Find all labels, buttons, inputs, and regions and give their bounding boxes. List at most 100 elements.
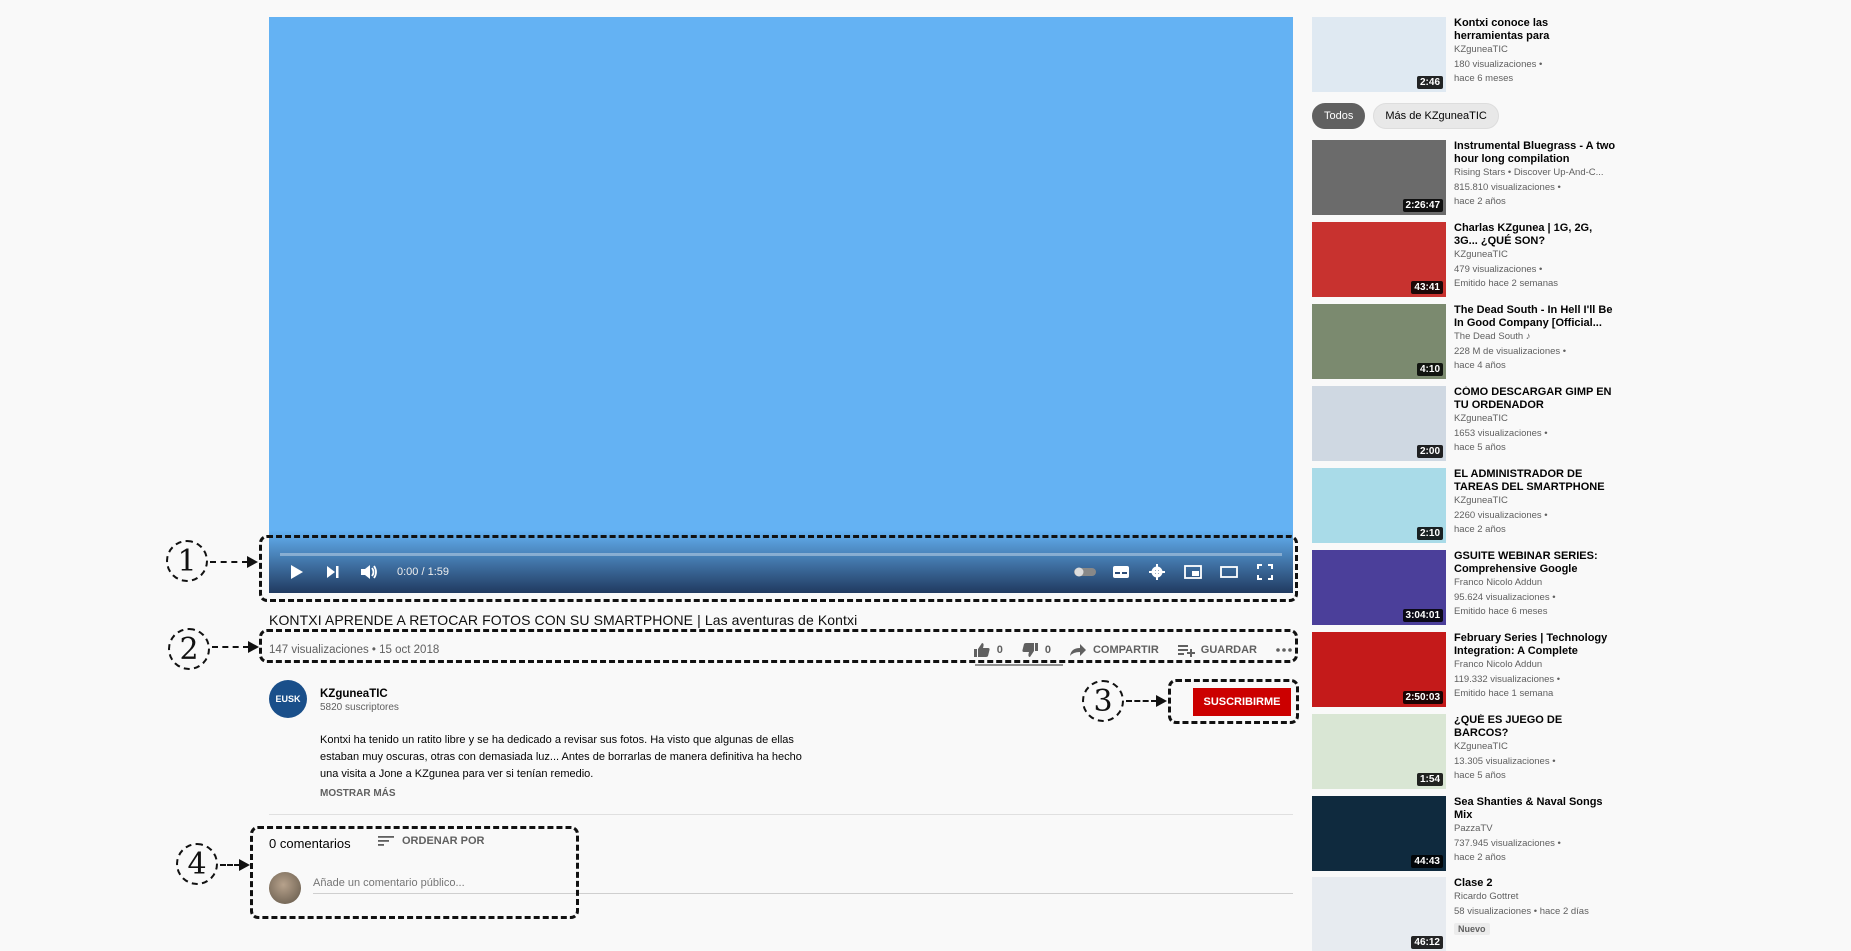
duration-badge: 1:54 [1416, 773, 1443, 786]
recommendation-channel: KZguneaTIC [1454, 44, 1508, 55]
recommendation-views: 95.624 visualizaciones • [1454, 591, 1556, 603]
recommendation-channel: KZguneaTIC [1454, 249, 1508, 260]
recommendation-info: The Dead South - In Hell I'll Be In Good… [1454, 304, 1617, 378]
recommendation-title[interactable]: Instrumental Bluegrass - A two hour long… [1454, 140, 1617, 166]
chip-all[interactable]: Todos [1312, 103, 1366, 129]
recommendation-age: hace 6 meses [1454, 73, 1514, 84]
duration-badge: 43:41 [1411, 281, 1443, 294]
duration-badge: 2:10 [1416, 527, 1443, 540]
recommendation-item[interactable]: 44:43 Sea Shanties & Naval Songs Mix Pazza… [1312, 796, 1617, 871]
recommendation-info: Sea Shanties & Naval Songs Mix PazzaTV 737… [1454, 796, 1617, 870]
video-thumbnail[interactable]: 2:50:03 [1312, 632, 1446, 707]
recommendation-item[interactable]: 4:10 The Dead South - In Hell I'll Be In … [1312, 304, 1617, 379]
video-thumbnail[interactable]: 3:04:01 [1312, 550, 1446, 625]
annotation-box-1 [259, 535, 1298, 602]
duration-badge: 2:50:03 [1402, 691, 1443, 704]
duration-badge: 3:04:01 [1402, 609, 1443, 622]
recommendation-title[interactable]: Kontxi conoce las herramientas para comu… [1454, 17, 1617, 43]
recommendation-title[interactable]: Sea Shanties & Naval Songs Mix [1454, 796, 1617, 822]
recommendation-item[interactable]: 2:10 EL ADMINISTRADOR DE TAREAS DEL SMART… [1312, 468, 1617, 543]
recommendation-views: 737.945 visualizaciones • [1454, 837, 1561, 849]
recommendation-views: 180 visualizaciones • [1454, 58, 1543, 70]
recommendation-title[interactable]: ¿QUÉ ES JUEGO DE BARCOS? [1454, 714, 1617, 740]
youtube-watch-page: 0:00 / 1:59 KONTXI APRENDE A RETOCAR FOT… [0, 0, 1851, 951]
channel-avatar[interactable]: EUSK [269, 680, 307, 718]
channel-avatar-text: EUSK [275, 694, 301, 704]
annotation-number-1: 1 [166, 540, 208, 582]
duration-badge: 2:46 [1416, 76, 1443, 89]
recommendation-channel: PazzaTV [1454, 823, 1493, 834]
recommendation-item[interactable]: 2:46 Kontxi conoce las herramientas para … [1312, 17, 1617, 92]
recommendation-channel: KZguneaTIC [1454, 741, 1508, 752]
recommendation-title[interactable]: GSUITE WEBINAR SERIES: Comprehensive Goo… [1454, 550, 1617, 576]
recommendation-age: hace 2 años [1454, 196, 1506, 207]
duration-badge: 44:43 [1411, 855, 1443, 868]
recommendation-age: hace 2 años [1454, 852, 1506, 863]
recommendation-item[interactable]: 1:54 ¿QUÉ ES JUEGO DE BARCOS? KZguneaTIC 13… [1312, 714, 1617, 789]
recommendation-views: 58 visualizaciones • hace 2 días [1454, 905, 1589, 917]
duration-badge: 2:00 [1416, 445, 1443, 458]
annotation-arrow-3 [1126, 695, 1167, 707]
recommendation-age: hace 2 años [1454, 524, 1506, 535]
annotation-number-3: 3 [1082, 680, 1124, 722]
recommendation-info: ¿QUÉ ES JUEGO DE BARCOS? KZguneaTIC 13.305… [1454, 714, 1617, 788]
recommendation-views: 815.810 visualizaciones • [1454, 181, 1561, 193]
recommendation-item[interactable]: 2:50:03 February Series | Technology Inte… [1312, 632, 1617, 707]
recommendation-info: Instrumental Bluegrass - A two hour long… [1454, 140, 1617, 214]
recommendation-channel: Franco Nicolo Addun [1454, 659, 1543, 670]
annotation-arrow-1 [210, 556, 258, 568]
recommendation-views: 2260 visualizaciones • [1454, 509, 1548, 521]
duration-badge: 2:26:47 [1402, 199, 1443, 212]
recommendation-item[interactable]: 46:12 Clase 2 Ricardo Gottret 58 visualizac… [1312, 877, 1617, 951]
recommendation-age: Emitido hace 6 meses [1454, 606, 1548, 617]
video-thumbnail[interactable]: 1:54 [1312, 714, 1446, 789]
recommendation-item[interactable]: 3:04:01 GSUITE WEBINAR SERIES: Comprehens… [1312, 550, 1617, 625]
recommendation-channel: KZguneaTIC [1454, 413, 1508, 424]
show-more-button[interactable]: MOSTRAR MÁS [320, 788, 396, 799]
recommendation-title[interactable]: The Dead South - In Hell I'll Be In Good… [1454, 304, 1617, 330]
recommendation-views: 119.332 visualizaciones • [1454, 673, 1561, 685]
recommendation-title[interactable]: Clase 2 [1454, 877, 1617, 890]
annotation-box-3 [1168, 679, 1299, 724]
video-thumbnail[interactable]: 2:00 [1312, 386, 1446, 461]
recommendation-channel: KZguneaTIC [1454, 495, 1508, 506]
recommendation-age: hace 5 años [1454, 442, 1506, 453]
recommendation-age: Emitido hace 1 semana [1454, 688, 1554, 699]
recommendation-title[interactable]: CÓMO DESCARGAR GIMP EN TU ORDENADOR [1454, 386, 1617, 412]
recommendation-age: hace 5 años [1454, 770, 1506, 781]
recommendation-item[interactable]: 2:26:47 Instrumental Bluegrass - A two ho… [1312, 140, 1617, 215]
duration-badge: 46:12 [1411, 936, 1443, 949]
recommendation-info: GSUITE WEBINAR SERIES: Comprehensive Goo… [1454, 550, 1617, 624]
video-thumbnail[interactable]: 2:26:47 [1312, 140, 1446, 215]
recommendation-views: 479 visualizaciones • [1454, 263, 1543, 275]
annotation-box-2 [259, 629, 1298, 663]
recommendation-views: 1653 visualizaciones • [1454, 427, 1548, 439]
video-thumbnail[interactable]: 4:10 [1312, 304, 1446, 379]
divider [269, 814, 1293, 815]
chip-more-from-channel[interactable]: Más de KZguneaTIC [1373, 103, 1499, 129]
recommendation-title[interactable]: Charlas KZgunea | 1G, 2G, 3G... ¿QUÉ SON… [1454, 222, 1617, 248]
recommendation-views: 13.305 visualizaciones • [1454, 755, 1556, 767]
recommendation-age: Emitido hace 2 semanas [1454, 278, 1559, 289]
video-thumbnail[interactable]: 2:10 [1312, 468, 1446, 543]
sentiment-bar [975, 664, 1063, 666]
video-thumbnail[interactable]: 43:41 [1312, 222, 1446, 297]
video-thumbnail[interactable]: 2:46 [1312, 17, 1446, 92]
recommendation-info: Charlas KZgunea | 1G, 2G, 3G... ¿QUÉ SON… [1454, 222, 1617, 296]
recommendation-title[interactable]: EL ADMINISTRADOR DE TAREAS DEL SMARTPHON… [1454, 468, 1617, 494]
subscriber-count: 5820 suscriptores [320, 702, 399, 713]
video-thumbnail[interactable]: 46:12 [1312, 877, 1446, 951]
video-thumbnail[interactable]: 44:43 [1312, 796, 1446, 871]
recommendation-age: hace 4 años [1454, 360, 1506, 371]
channel-name[interactable]: KZguneaTIC [320, 688, 388, 700]
recommendation-info: EL ADMINISTRADOR DE TAREAS DEL SMARTPHON… [1454, 468, 1617, 542]
filter-chips: Todos Más de KZguneaTIC [1312, 103, 1499, 129]
recommendation-channel: Ricardo Gottret [1454, 891, 1519, 902]
recommendation-title[interactable]: February Series | Technology Integration… [1454, 632, 1617, 658]
annotation-number-2: 2 [168, 628, 210, 670]
annotation-box-4 [250, 826, 579, 919]
annotation-arrow-4 [220, 859, 250, 871]
recommendation-item[interactable]: 43:41 Charlas KZgunea | 1G, 2G, 3G... ¿QU… [1312, 222, 1617, 297]
video-player[interactable]: 0:00 / 1:59 [269, 17, 1293, 593]
recommendation-item[interactable]: 2:00 CÓMO DESCARGAR GIMP EN TU ORDENADOR K… [1312, 386, 1617, 461]
